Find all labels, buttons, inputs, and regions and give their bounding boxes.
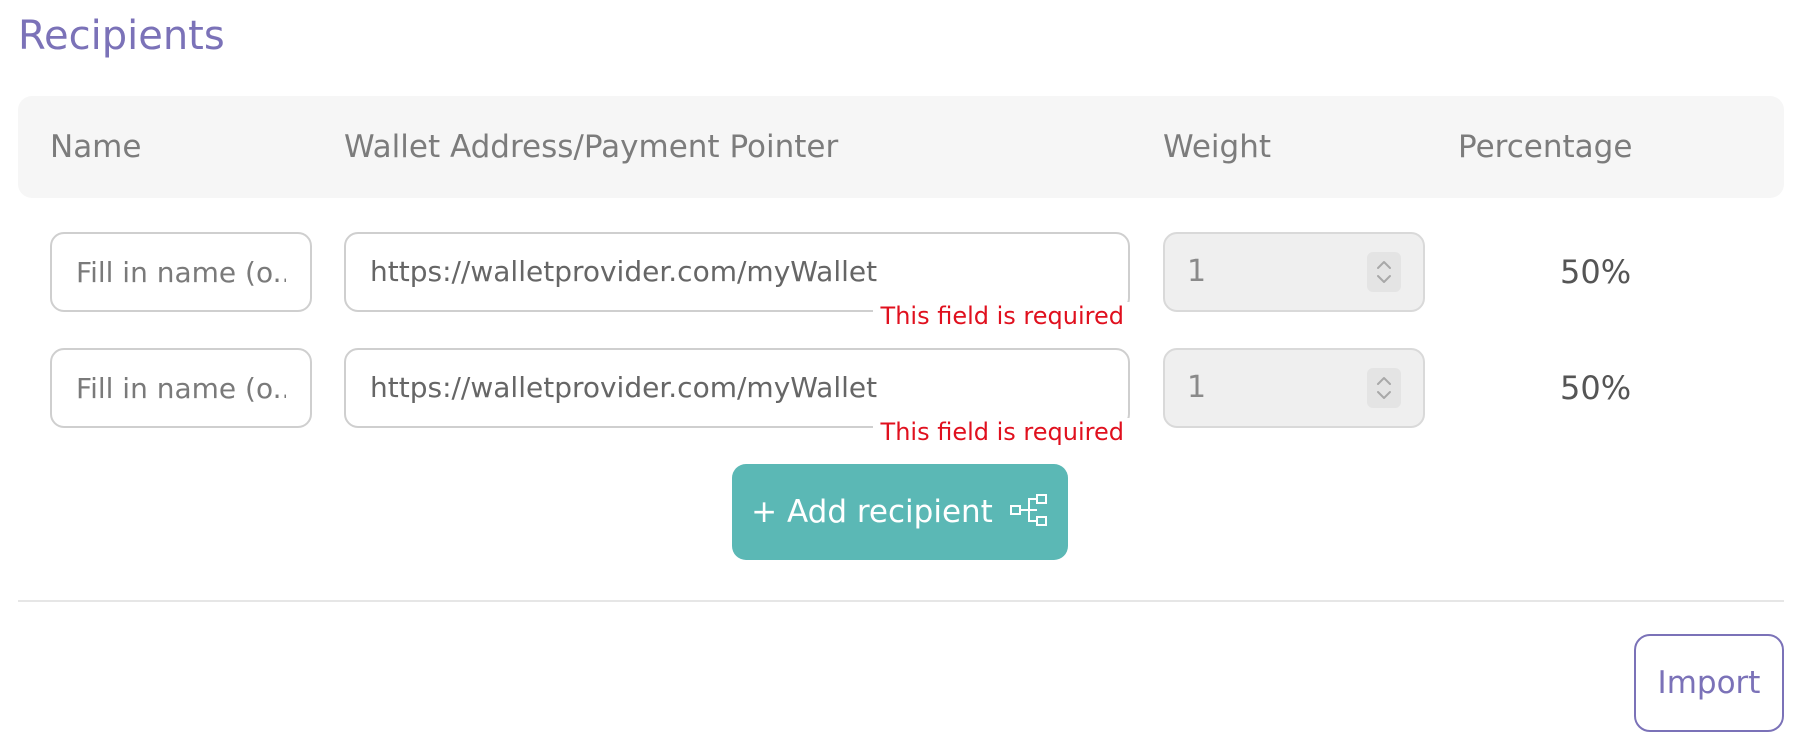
divider: [18, 600, 1784, 602]
header-weight: Weight: [1163, 129, 1272, 165]
weight-value: 1: [1187, 254, 1207, 289]
percentage-value: 50%: [1560, 253, 1632, 291]
table-row: https://walletprovider.com/myWallet This…: [0, 348, 1806, 462]
weight-input[interactable]: 1: [1163, 348, 1425, 428]
name-input[interactable]: [50, 348, 312, 428]
header-wallet: Wallet Address/Payment Pointer: [344, 129, 839, 165]
split-icon: [1009, 494, 1049, 530]
table-header: Name Wallet Address/Payment Pointer Weig…: [18, 96, 1784, 198]
header-percentage: Percentage: [1458, 129, 1633, 165]
table-row: https://walletprovider.com/myWallet This…: [0, 232, 1806, 346]
weight-input[interactable]: 1: [1163, 232, 1425, 312]
name-input[interactable]: [50, 232, 312, 312]
weight-value: 1: [1187, 370, 1207, 405]
add-recipient-button[interactable]: + Add recipient: [732, 464, 1068, 560]
wallet-address-input[interactable]: [344, 348, 1130, 428]
add-recipient-label: + Add recipient: [751, 494, 993, 530]
stepper-icon[interactable]: [1367, 368, 1401, 408]
recipients-panel: Recipients Name Wallet Address/Payment P…: [0, 0, 1806, 754]
wallet-address-input[interactable]: [344, 232, 1130, 312]
header-name: Name: [50, 129, 142, 165]
page-title: Recipients: [18, 13, 225, 59]
error-message: This field is required: [872, 418, 1132, 446]
error-message: This field is required: [872, 302, 1132, 330]
percentage-value: 50%: [1560, 369, 1632, 407]
import-button[interactable]: Import: [1634, 634, 1784, 732]
stepper-icon[interactable]: [1367, 252, 1401, 292]
